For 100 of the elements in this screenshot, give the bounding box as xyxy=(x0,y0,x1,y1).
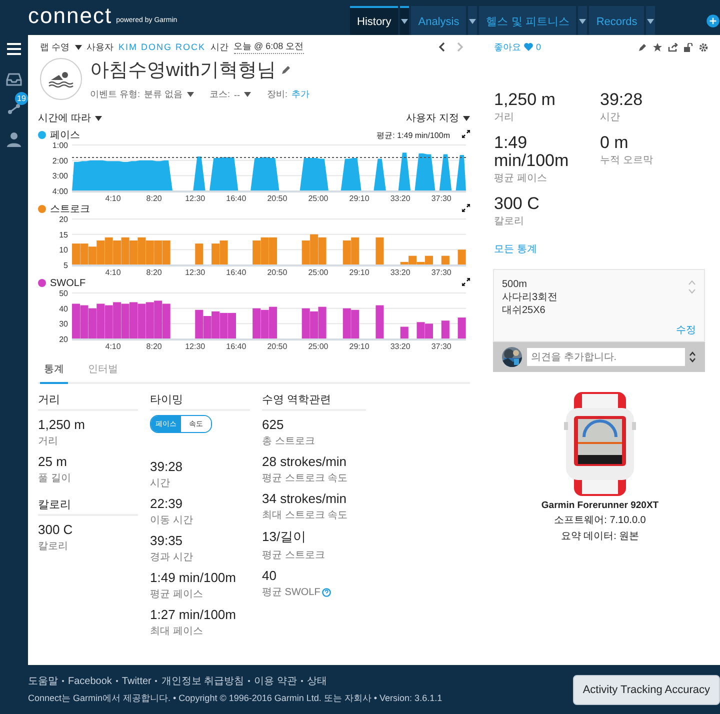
footer-link[interactable]: Facebook xyxy=(68,676,112,686)
chart-bar xyxy=(302,240,310,265)
nav-tab[interactable]: Records xyxy=(589,6,644,35)
axis-label: 12:30 xyxy=(185,342,206,350)
stat-value: 39:35 xyxy=(150,533,184,548)
chart-bar xyxy=(252,308,261,339)
axis-label: 20 xyxy=(59,335,68,344)
activity-time: 오늘 @ 6:08 오전 xyxy=(234,40,304,54)
pencil-icon[interactable] xyxy=(638,42,647,52)
chart-bar xyxy=(342,308,351,339)
device-software: 소프트웨어: 7.10.0.0 xyxy=(554,514,646,527)
axis-label: 8:20 xyxy=(146,194,162,202)
tab-menu-button[interactable] xyxy=(468,6,478,35)
chart-bar xyxy=(138,304,146,339)
axis-label: 4:00 xyxy=(52,187,68,196)
axis-label: 8:20 xyxy=(146,342,162,350)
axis-label: 33:20 xyxy=(390,268,410,276)
chart-bar xyxy=(416,322,425,339)
summary-label: 거리 xyxy=(494,111,515,124)
footer-link[interactable]: 상태 xyxy=(306,674,327,688)
stats-tab[interactable]: 통계 xyxy=(40,360,68,384)
axis-label: 4:10 xyxy=(105,268,121,276)
summary-label: 평균 페이스 xyxy=(494,172,548,185)
footer-link[interactable]: 개인정보 취급방침 xyxy=(161,674,244,688)
previous-icon[interactable] xyxy=(438,42,445,52)
chart-bar xyxy=(154,240,162,265)
stat-label: 최대 페이스 xyxy=(150,625,203,638)
stat-label: 거리 xyxy=(38,435,58,448)
chart-bar xyxy=(162,304,170,339)
chart-bar xyxy=(342,240,351,265)
caret-icon xyxy=(244,92,252,97)
chart-bar xyxy=(351,237,360,265)
nav-tab[interactable]: 헬스 및 피트니스 xyxy=(479,6,576,35)
stat-value: 1,250 m xyxy=(38,417,86,432)
chart-bar xyxy=(376,237,384,265)
stat-label: 시간 xyxy=(150,477,170,490)
section-heading: 수영 역학관련 xyxy=(262,392,366,411)
chart-bar xyxy=(269,306,278,339)
axis-label: 8:20 xyxy=(146,268,162,276)
footer-link[interactable]: 도움말 xyxy=(28,674,58,688)
share-icon[interactable] xyxy=(668,42,678,52)
copyright-text: Connect는 Garmin에서 제공합니다. • Copyright © 1996-2016 Garmin Ltd. 또는 자회사 • Version: 3.6.1.1 xyxy=(28,692,442,705)
note-line: 500m xyxy=(502,278,528,291)
axis-label: 10 xyxy=(59,246,68,255)
expand-icon[interactable] xyxy=(462,130,470,138)
expand-icon[interactable] xyxy=(462,278,470,286)
spinner-icon[interactable] xyxy=(689,351,696,363)
chart-bar xyxy=(458,250,466,265)
chart-bar xyxy=(104,237,113,265)
summary-value: 39:28 xyxy=(600,91,644,109)
summary-value: 1:49 min/100m xyxy=(494,134,570,170)
tab-menu-button[interactable] xyxy=(400,6,410,35)
event-type-dropdown[interactable]: 분류 없음 xyxy=(144,88,183,101)
stat-value: 34 strokes/min xyxy=(262,491,348,506)
stat-label: 평균 SWOLF xyxy=(262,586,320,599)
like-count: 0 xyxy=(536,42,542,52)
person-icon[interactable] xyxy=(6,131,22,147)
x-axis-dropdown[interactable]: 시간에 따라 xyxy=(38,111,91,125)
average-label: 평균: 1:49 min/100m xyxy=(376,130,450,140)
menu-icon[interactable] xyxy=(6,41,22,57)
caret-icon xyxy=(401,19,408,24)
logo[interactable]: connect xyxy=(28,5,112,27)
tab-menu-button[interactable] xyxy=(578,6,588,35)
pencil-icon[interactable] xyxy=(280,65,291,75)
activity-tracking-accuracy-button[interactable]: Activity Tracking Accuracy xyxy=(572,674,720,704)
chart-bar xyxy=(318,306,326,339)
tab-menu-button[interactable] xyxy=(646,6,656,35)
axis-label: 37:30 xyxy=(431,268,452,276)
caret-icon xyxy=(94,116,102,120)
view-dropdown[interactable]: 사용자 지정 xyxy=(406,111,459,125)
axis-label: 1:00 xyxy=(52,141,68,150)
expand-icon[interactable] xyxy=(462,204,470,212)
footer-link[interactable]: Twitter xyxy=(122,676,152,686)
chart-bar xyxy=(458,318,466,339)
connections-icon[interactable] xyxy=(6,101,22,117)
section-heading: 거리 xyxy=(38,392,138,411)
unlock-icon[interactable] xyxy=(684,42,693,52)
nav-tab[interactable]: History xyxy=(350,6,398,35)
settings-icon[interactable] xyxy=(699,42,708,52)
nav-tab[interactable]: Analysis xyxy=(411,6,466,35)
time-label: 시간 xyxy=(210,40,229,54)
star-icon[interactable] xyxy=(653,42,662,52)
comment-field[interactable]: 의견을 추가합니다. xyxy=(527,348,685,366)
axis-label: 12:30 xyxy=(185,194,206,202)
stat-value: 39:28 xyxy=(150,459,184,474)
stat-label: 총 스트로크 xyxy=(262,435,315,448)
help-icon[interactable] xyxy=(322,588,332,596)
stat-value: 1:27 min/100m xyxy=(150,607,237,622)
course-dropdown[interactable]: -- xyxy=(234,90,240,100)
chart-bar xyxy=(310,234,318,265)
inbox-icon[interactable] xyxy=(6,71,22,87)
stat-value: 625 xyxy=(262,417,285,432)
swimmer-icon xyxy=(48,70,74,88)
chart-bar xyxy=(400,326,408,339)
footer-link[interactable]: 이용 약관 xyxy=(254,674,297,688)
summary-label: 시간 xyxy=(600,111,621,124)
chart-bar xyxy=(121,304,130,339)
activity-type[interactable]: 랩 수영 xyxy=(40,40,70,54)
axis-label: 15 xyxy=(59,230,68,240)
axis-label: 16:40 xyxy=(226,268,246,276)
